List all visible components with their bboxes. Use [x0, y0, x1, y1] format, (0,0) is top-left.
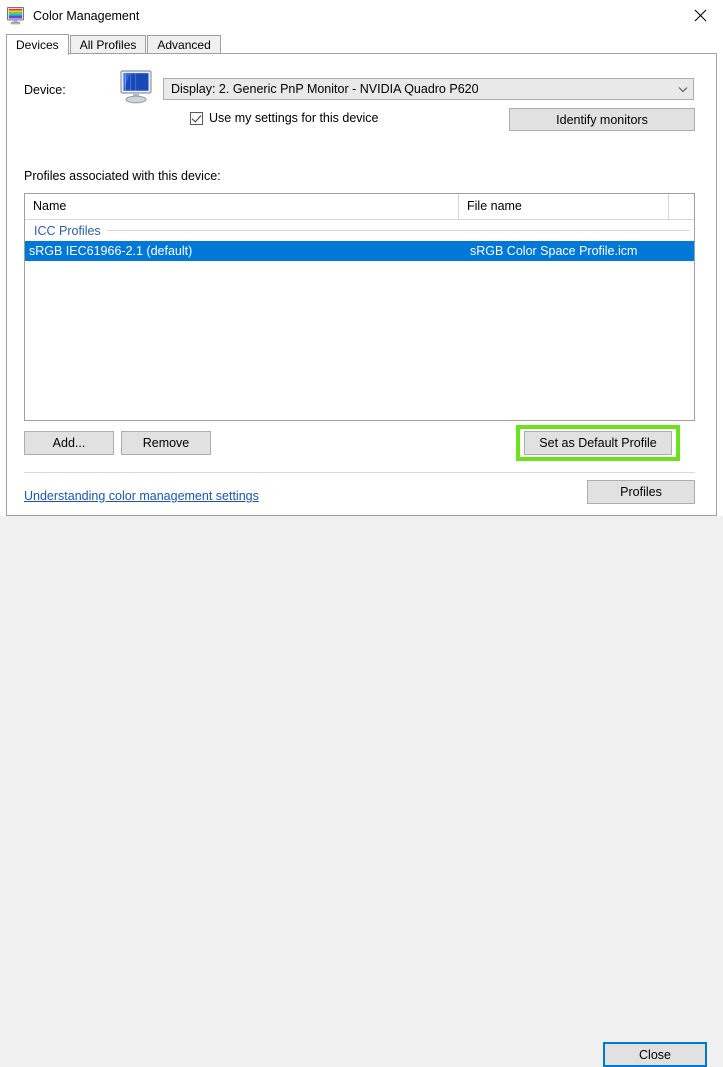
identify-monitors-label: Identify monitors — [556, 112, 648, 127]
monitor-icon — [118, 69, 156, 105]
dialog-footer: Close — [0, 516, 723, 1067]
color-management-dialog: Color Management Devices All Profiles Ad… — [0, 0, 723, 1067]
table-row[interactable]: sRGB IEC61966-2.1 (default) sRGB Color S… — [25, 241, 694, 261]
profiles-button-label: Profiles — [620, 485, 662, 499]
understanding-color-management-link[interactable]: Understanding color management settings — [24, 489, 259, 503]
profile-file-name: sRGB Color Space Profile.icm — [470, 244, 638, 258]
remove-profile-button[interactable]: Remove — [121, 431, 211, 455]
group-divider — [106, 230, 690, 231]
remove-profile-label: Remove — [142, 436, 190, 450]
profiles-button[interactable]: Profiles — [587, 480, 695, 504]
close-button-label: Close — [639, 1047, 671, 1062]
use-my-settings-label: Use my settings for this device — [209, 111, 379, 125]
identify-monitors-button[interactable]: Identify monitors — [509, 108, 695, 131]
tab-devices[interactable]: Devices — [6, 34, 69, 55]
use-my-settings-checkbox-row[interactable]: Use my settings for this device — [190, 111, 379, 125]
tab-baseline — [6, 53, 717, 54]
use-my-settings-checkbox[interactable] — [190, 111, 203, 125]
device-select[interactable]: Display: 2. Generic PnP Monitor - NVIDIA… — [163, 78, 694, 100]
profiles-list-header: Name File name — [25, 194, 694, 220]
tab-all-profiles-label: All Profiles — [79, 38, 137, 52]
close-window-icon[interactable] — [677, 0, 723, 31]
profiles-section-label: Profiles associated with this device: — [24, 169, 221, 183]
column-header-name[interactable]: Name — [25, 194, 459, 220]
profile-name: sRGB IEC61966-2.1 (default) — [29, 244, 193, 258]
profiles-group-label: ICC Profiles — [34, 223, 101, 238]
column-header-file-name[interactable]: File name — [459, 194, 669, 220]
add-profile-label: Add... — [52, 436, 86, 450]
close-button[interactable]: Close — [603, 1042, 707, 1067]
tab-advanced-label: Advanced — [157, 38, 211, 52]
set-as-default-profile-label: Set as Default Profile — [539, 436, 657, 450]
profiles-list[interactable]: Name File name ICC Profiles sRGB IEC6196… — [24, 193, 695, 421]
chevron-down-icon — [673, 79, 693, 99]
tab-strip: Devices All Profiles Advanced — [0, 31, 723, 55]
tab-advanced[interactable]: Advanced — [147, 35, 221, 55]
color-monitor-icon — [6, 6, 25, 25]
set-as-default-profile-button[interactable]: Set as Default Profile — [524, 431, 672, 455]
title-bar: Color Management — [0, 0, 723, 31]
add-profile-button[interactable]: Add... — [24, 431, 114, 455]
device-label: Device: — [24, 83, 66, 97]
section-divider — [24, 472, 695, 473]
device-select-value: Display: 2. Generic PnP Monitor - NVIDIA… — [171, 82, 479, 96]
tab-devices-label: Devices — [16, 38, 59, 52]
window-title: Color Management — [33, 8, 140, 23]
tab-all-profiles[interactable]: All Profiles — [69, 35, 147, 55]
profiles-group-icc: ICC Profiles — [25, 220, 694, 241]
